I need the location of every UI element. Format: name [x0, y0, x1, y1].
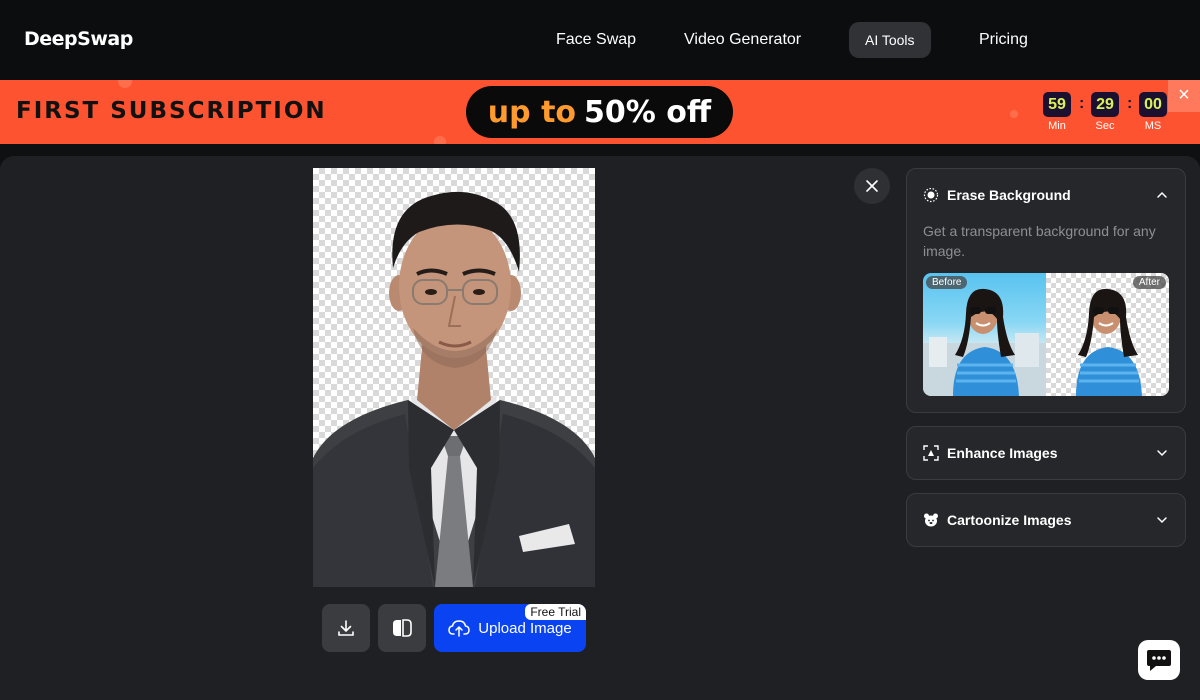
- promo-decoration: [434, 136, 446, 144]
- cloud-upload-icon: [448, 620, 471, 637]
- promo-offer-prefix: up to: [487, 94, 577, 130]
- cartoonize-images-panel[interactable]: Cartoonize Images: [906, 493, 1186, 547]
- before-image: Before: [923, 273, 1046, 396]
- free-trial-badge: Free Trial: [525, 604, 586, 620]
- enhance-images-header[interactable]: Enhance Images: [907, 427, 1185, 479]
- close-preview-button[interactable]: [854, 168, 890, 204]
- countdown-seconds-value: 29: [1091, 92, 1119, 117]
- promo-close-button[interactable]: ×: [1168, 80, 1200, 112]
- upload-image-label: Upload Image: [478, 619, 572, 637]
- enhance-images-title: Enhance Images: [947, 445, 1058, 461]
- portrait-illustration: [313, 191, 595, 587]
- cartoonize-images-header[interactable]: Cartoonize Images: [907, 494, 1185, 546]
- result-preview: [313, 168, 595, 587]
- compare-button[interactable]: [378, 604, 426, 652]
- chevron-down-icon[interactable]: [1155, 513, 1169, 527]
- top-navigation: DeepSwap Face Swap Video Generator AI To…: [0, 0, 1200, 80]
- countdown-minutes-unit: Min: [1048, 120, 1066, 132]
- countdown-minutes: 59 Min: [1043, 92, 1071, 132]
- countdown-ms-unit: MS: [1144, 120, 1162, 132]
- promo-title: FIRST SUBSCRIPTION: [16, 98, 327, 124]
- promo-decoration: [118, 80, 132, 88]
- chevron-up-icon[interactable]: [1155, 188, 1169, 202]
- erase-background-panel: Erase Background Get a transparent backg…: [906, 168, 1186, 413]
- chevron-down-icon[interactable]: [1155, 446, 1169, 460]
- countdown-separator: :: [1127, 95, 1133, 112]
- before-label: Before: [926, 276, 968, 289]
- logo[interactable]: DeepSwap: [24, 28, 133, 50]
- countdown-seconds: 29 Sec: [1091, 92, 1119, 132]
- promo-banner[interactable]: FIRST SUBSCRIPTION up to 50% off 59 Min …: [0, 80, 1200, 144]
- nav-pricing[interactable]: Pricing: [979, 22, 1028, 58]
- countdown-separator: :: [1079, 95, 1085, 112]
- countdown-seconds-unit: Sec: [1095, 120, 1115, 132]
- nav-ai-tools[interactable]: AI Tools: [849, 22, 931, 58]
- enhance-icon: [923, 445, 939, 461]
- countdown-ms: 00 MS: [1139, 92, 1167, 132]
- after-label: After: [1132, 276, 1166, 289]
- upload-image-button[interactable]: Upload Image Free Trial: [434, 604, 586, 652]
- bear-icon: [923, 512, 939, 528]
- promo-offer-main: 50% off: [584, 94, 712, 130]
- promo-decoration: [1010, 110, 1018, 118]
- download-icon: [338, 620, 354, 636]
- before-after-comparison: Before After: [923, 273, 1169, 396]
- countdown-minutes-value: 59: [1043, 92, 1071, 117]
- sparkle-icon: [923, 187, 939, 203]
- enhance-images-panel[interactable]: Enhance Images: [906, 426, 1186, 480]
- promo-offer: up to 50% off: [466, 86, 733, 138]
- nav-video-generator[interactable]: Video Generator: [684, 22, 801, 58]
- erase-background-title: Erase Background: [947, 187, 1071, 203]
- compare-icon: [393, 619, 412, 637]
- close-icon: [866, 180, 878, 192]
- download-button[interactable]: [322, 604, 370, 652]
- erase-background-description: Get a transparent background for any ima…: [923, 223, 1156, 259]
- chat-button[interactable]: [1138, 640, 1180, 680]
- cartoonize-images-title: Cartoonize Images: [947, 512, 1072, 528]
- after-image: After: [1046, 273, 1169, 396]
- nav-face-swap[interactable]: Face Swap: [556, 22, 636, 58]
- erase-background-header[interactable]: Erase Background: [907, 169, 1185, 221]
- countdown-ms-value: 00: [1139, 92, 1167, 117]
- workspace: Upload Image Free Trial Erase Background…: [0, 156, 1200, 700]
- chat-icon: [1147, 650, 1171, 671]
